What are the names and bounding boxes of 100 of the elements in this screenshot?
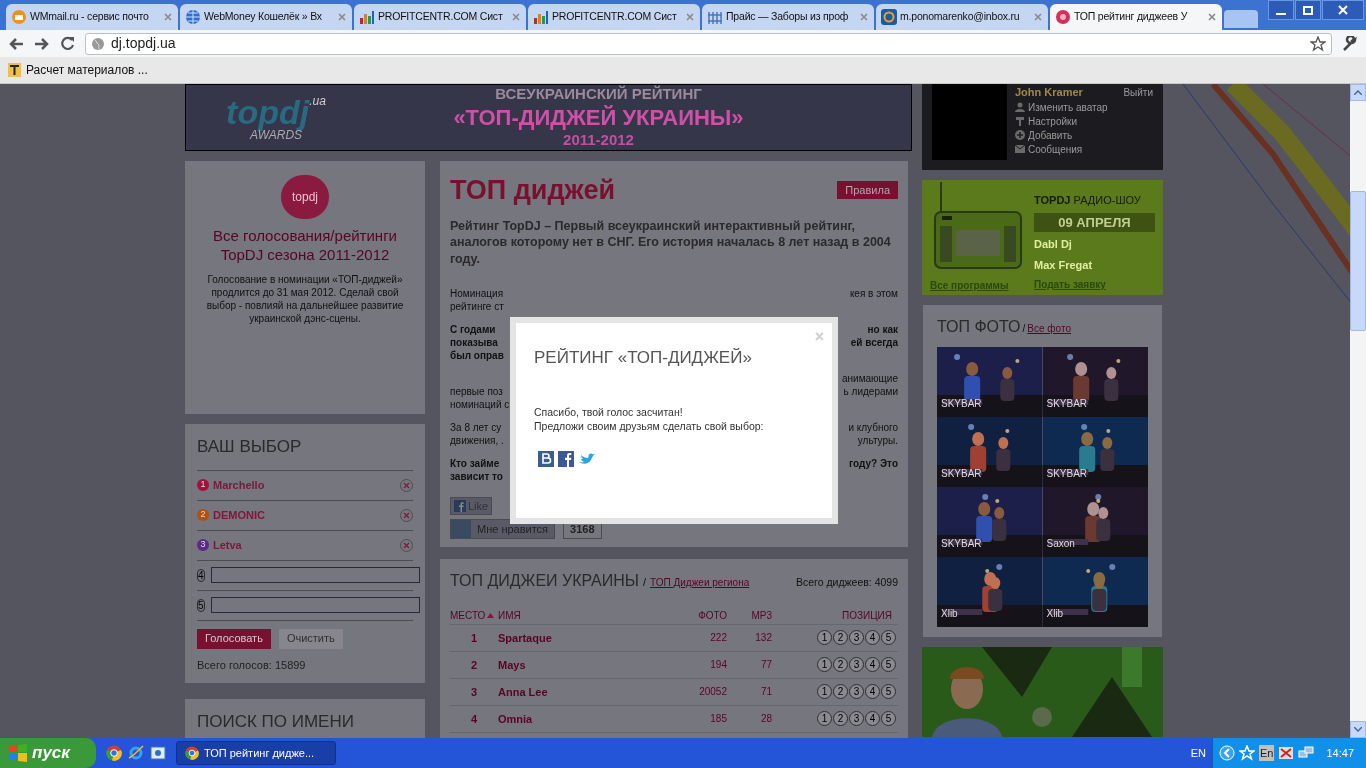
browser-tab[interactable]: Прайс — Заборы из проф — [702, 4, 874, 30]
position-button[interactable]: 1 — [817, 684, 832, 700]
user-menu-item[interactable]: Настройки — [1015, 114, 1153, 128]
scrollbar[interactable] — [1350, 84, 1366, 738]
back-icon[interactable] — [8, 36, 24, 51]
dj-name-field[interactable] — [210, 597, 420, 613]
browser-tab[interactable]: WMmail.ru - сервис почто — [6, 4, 178, 30]
taskbar-task[interactable]: ТОП рейтинг дидже... — [176, 741, 336, 765]
logout-link[interactable]: Выйти — [1123, 84, 1153, 100]
browser-tab[interactable]: WebMoney Кошелёк » Вх — [180, 4, 352, 30]
position-button[interactable]: 3 — [849, 657, 864, 673]
article-text: первые поз — [450, 384, 503, 398]
position-button[interactable]: 4 — [865, 711, 880, 727]
user-menu-item[interactable]: Сообщения — [1015, 142, 1153, 156]
computers-icon[interactable] — [1298, 745, 1315, 761]
dj-name-link[interactable]: Omnia — [498, 710, 673, 727]
user-menu-item[interactable]: Добавить — [1015, 128, 1153, 142]
remove-icon[interactable] — [400, 478, 413, 492]
radio-dj-link[interactable]: Dabl Dj — [1034, 236, 1155, 253]
browser-tab[interactable]: PROFITCENTR.COM Сист — [528, 4, 700, 30]
dj-name-link[interactable]: Anna Lee — [498, 683, 673, 700]
user-menu-item[interactable]: Изменить аватар — [1015, 100, 1153, 114]
rules-button[interactable]: Правила — [837, 181, 898, 199]
position-button[interactable]: 3 — [849, 711, 864, 727]
tab-title: WMmail.ru - сервис почто — [30, 9, 150, 25]
star-icon[interactable] — [1310, 35, 1326, 52]
arrow-down-icon[interactable] — [1354, 727, 1362, 732]
column-header[interactable]: ИМЯ — [498, 607, 673, 623]
close-icon[interactable] — [511, 12, 521, 22]
remove-icon[interactable] — [400, 508, 413, 522]
vote-button[interactable]: Голосовать — [197, 628, 271, 649]
photo-tile[interactable]: Xlib — [1042, 557, 1148, 627]
column-header[interactable]: ФОТО — [673, 607, 733, 623]
remove-icon[interactable] — [400, 538, 413, 552]
photo-tile[interactable]: SKYBAR — [937, 487, 1043, 557]
browser-icon[interactable] — [150, 745, 166, 761]
close-icon[interactable] — [337, 12, 347, 22]
address-text: dj.topdj.ua — [111, 34, 177, 53]
close-icon[interactable] — [685, 12, 695, 22]
photo-tile[interactable]: SKYBAR — [937, 347, 1043, 417]
browser-tab[interactable]: m.ponomarenko@inbox.ru — [876, 4, 1048, 30]
position-button[interactable]: 5 — [881, 657, 896, 673]
radio-dj-link[interactable]: Max Fregat — [1034, 256, 1155, 273]
position-button[interactable]: 1 — [817, 630, 832, 646]
position-button[interactable]: 2 — [833, 684, 848, 700]
close-icon[interactable] — [163, 12, 173, 22]
close-icon[interactable] — [859, 12, 869, 22]
reload-icon[interactable] — [60, 36, 75, 51]
fence-icon — [707, 9, 723, 25]
position-button[interactable]: 2 — [833, 657, 848, 673]
start-button[interactable]: пуск — [0, 738, 96, 768]
position-button[interactable]: 2 — [833, 630, 848, 646]
position-button[interactable]: 2 — [833, 711, 848, 727]
photo-tile[interactable]: Xlib — [937, 557, 1043, 627]
close-icon[interactable] — [1033, 12, 1043, 22]
close-icon[interactable] — [1207, 12, 1217, 22]
region-link[interactable]: ТОП Диджеи региона — [650, 574, 750, 590]
position-button[interactable]: 4 — [865, 630, 880, 646]
facebook-share-icon[interactable] — [558, 450, 574, 467]
dj-name-link[interactable]: Spartaque — [498, 629, 673, 646]
arrow-up-icon[interactable] — [1354, 90, 1362, 95]
position-button[interactable]: 4 — [865, 684, 880, 700]
close-button[interactable] — [1322, 0, 1364, 20]
photo-tile[interactable]: SKYBAR — [937, 417, 1043, 487]
keyboard-layout[interactable]: En — [1259, 744, 1275, 762]
position-button[interactable]: 5 — [881, 630, 896, 646]
user-name[interactable]: John Kramer — [1015, 84, 1083, 101]
article-text: номинаций с — [450, 397, 510, 411]
position-button[interactable]: 5 — [881, 684, 896, 700]
browser-tab[interactable]: PROFITCENTR.COM Сист — [354, 4, 526, 30]
place-cell-text: 2 — [469, 657, 479, 673]
chevron-left-icon[interactable] — [1219, 745, 1235, 761]
maximize-button[interactable] — [1295, 0, 1321, 20]
number-badge: 3 — [197, 539, 209, 551]
language-indicator[interactable]: EN — [1190, 744, 1206, 762]
photo-tile[interactable]: Saxon — [1042, 487, 1148, 557]
browser-tab[interactable]: ТОП рейтинг диджеев У — [1050, 4, 1222, 30]
position-button[interactable]: 1 — [817, 711, 832, 727]
position-button[interactable]: 3 — [849, 684, 864, 700]
column-header[interactable]: МЕСТО — [450, 607, 498, 623]
minimize-button[interactable] — [1268, 0, 1294, 20]
vk-share-icon[interactable] — [538, 450, 554, 467]
dj-name-field[interactable] — [210, 567, 420, 583]
position-button[interactable]: 5 — [881, 711, 896, 727]
address-bar[interactable]: dj.topdj.ua — [85, 32, 1332, 55]
column-header[interactable]: MP3 — [733, 607, 778, 623]
season-title[interactable]: Все голосования/рейтинги TopDJ сезона 2011-2012 — [199, 227, 411, 265]
forward-icon[interactable] — [34, 36, 50, 51]
bookmark[interactable]: Расчет материалов ... — [8, 61, 148, 79]
chrome-icon[interactable] — [106, 745, 122, 761]
scrollbar-thumb[interactable] — [1350, 191, 1366, 331]
photo-tile[interactable]: SKYBAR — [1042, 347, 1148, 417]
position-button[interactable]: 1 — [817, 657, 832, 673]
all-photos-link[interactable]: Все фото — [1027, 321, 1071, 336]
position-button[interactable]: 3 — [849, 630, 864, 646]
close-icon — [1338, 5, 1348, 15]
position-button[interactable]: 4 — [865, 657, 880, 673]
photo-tile[interactable]: SKYBAR — [1042, 417, 1148, 487]
dj-name-link[interactable]: Mays — [498, 656, 673, 673]
column-header[interactable]: ПОЗИЦИЯ — [778, 607, 898, 623]
